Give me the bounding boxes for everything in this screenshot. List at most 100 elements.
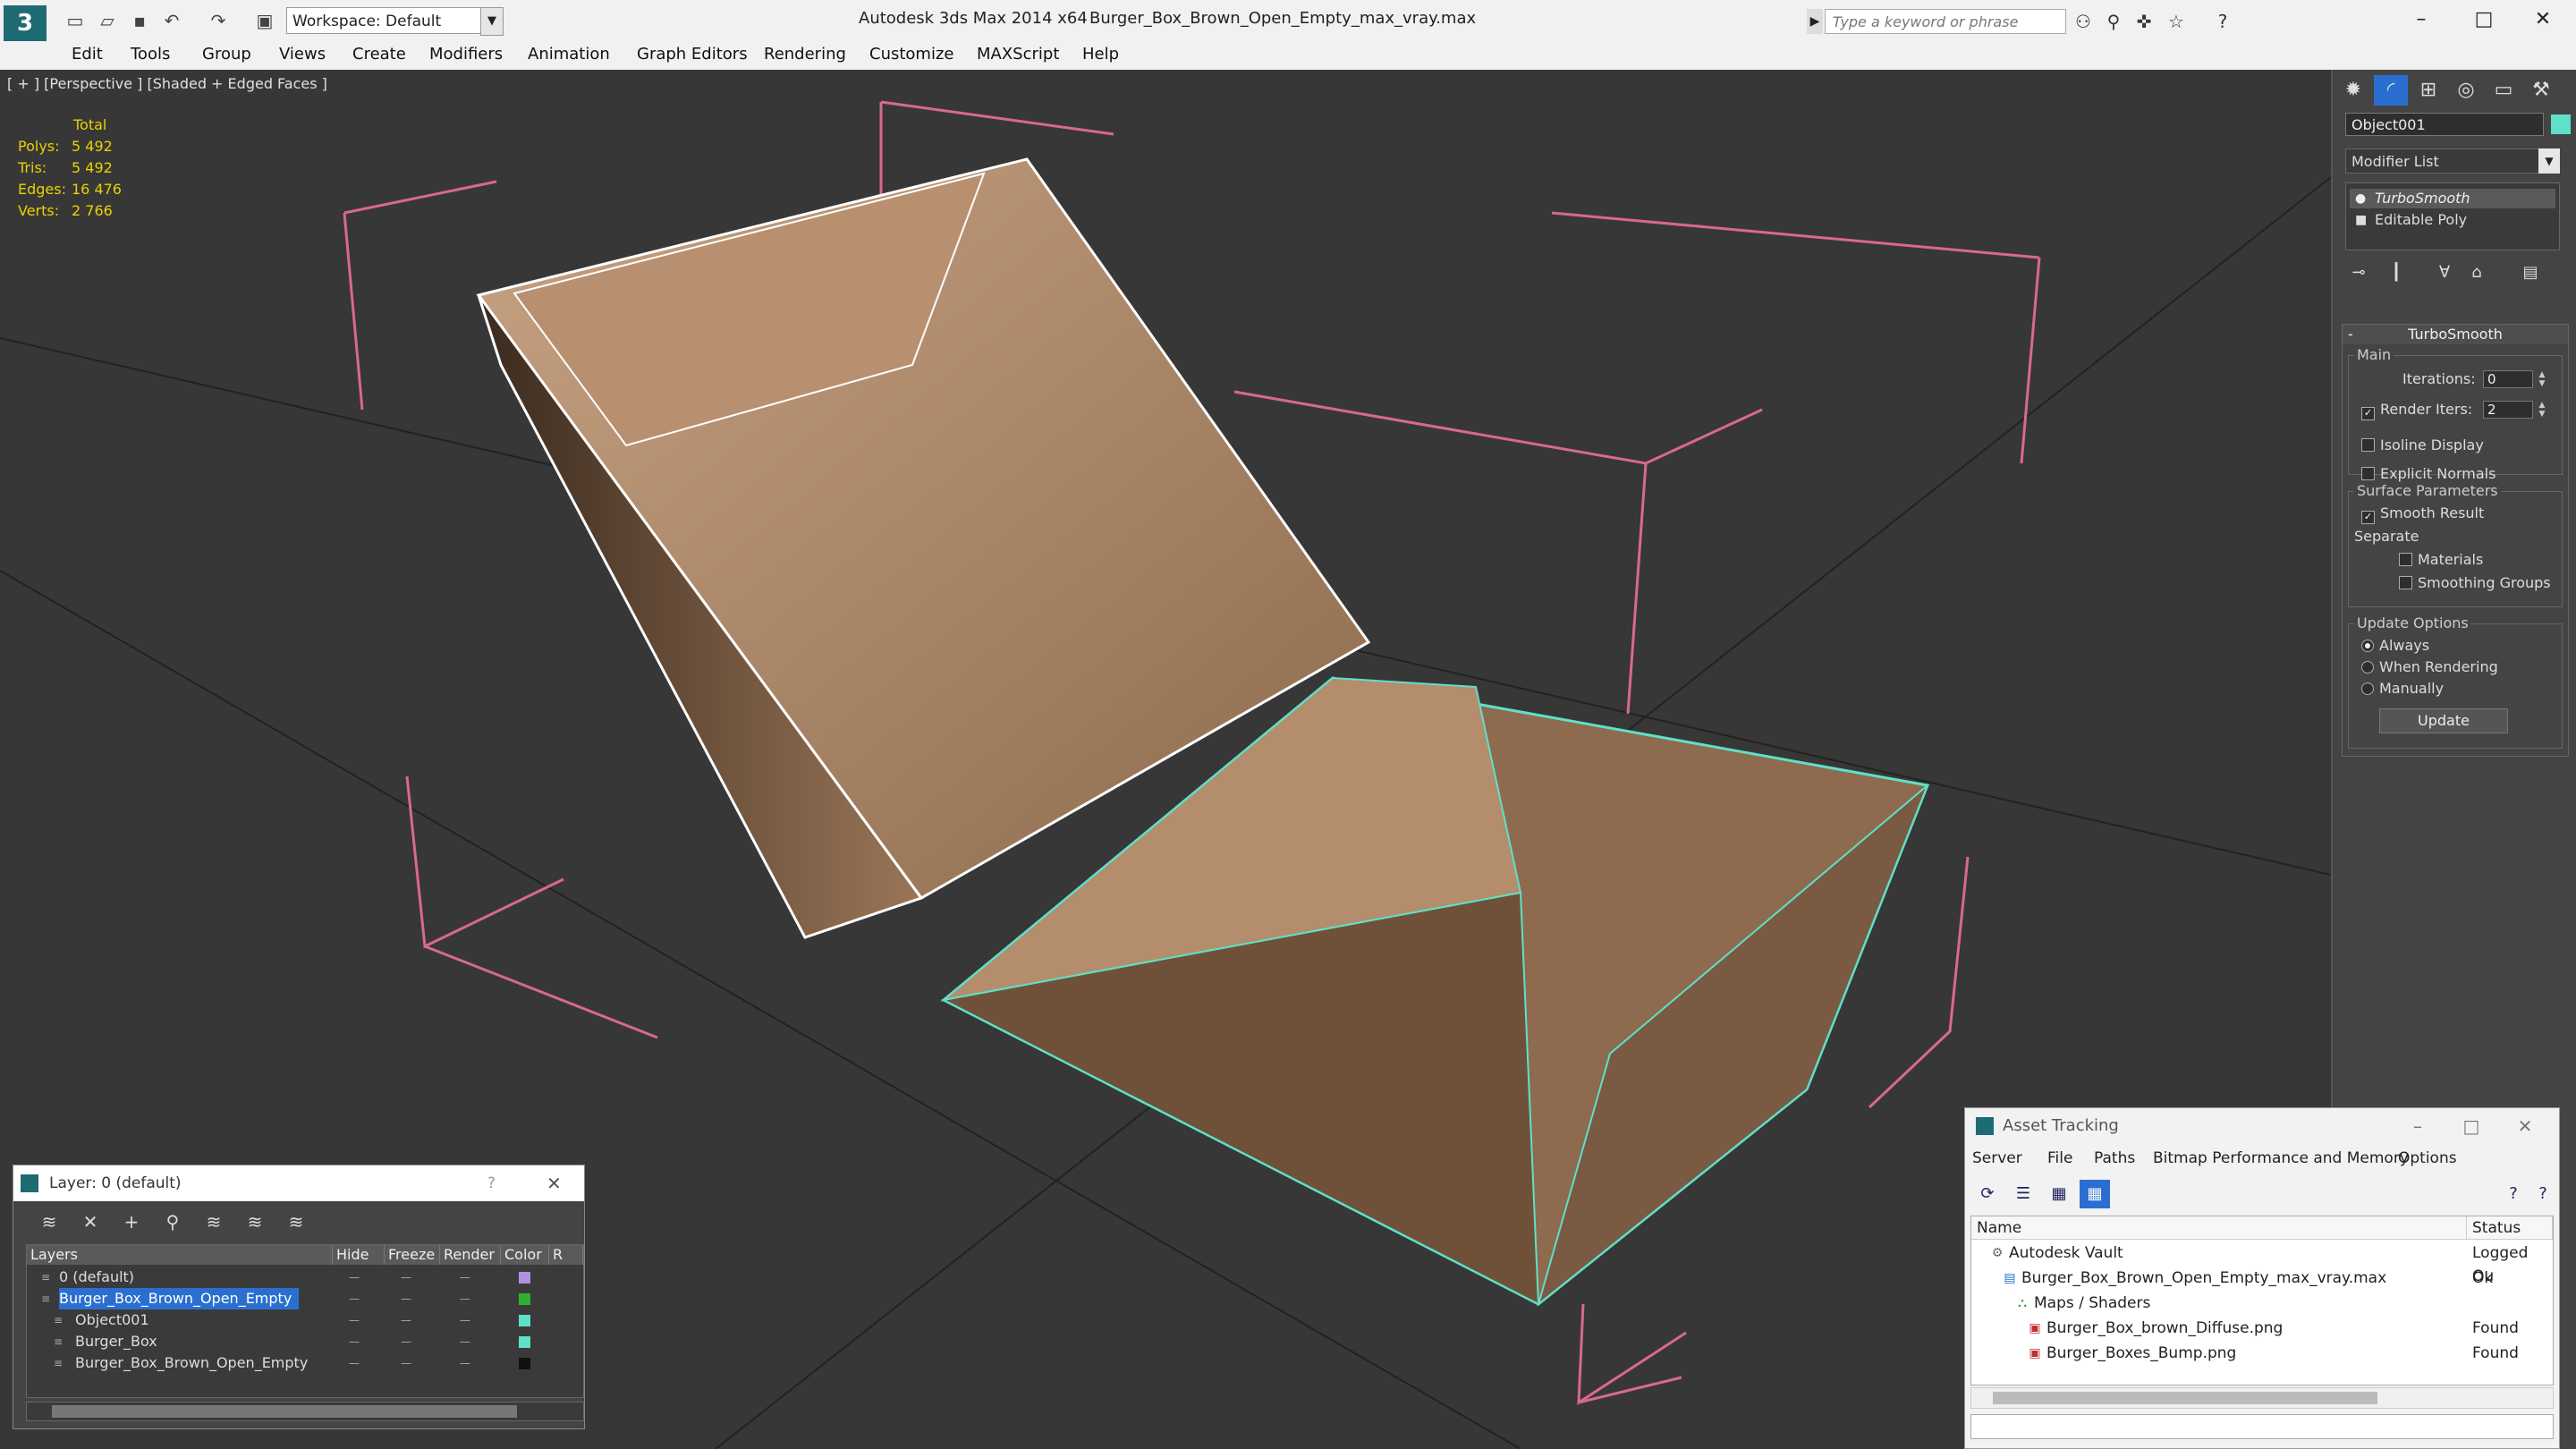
menu-help[interactable]: Help [1082,45,1119,64]
layer-row[interactable]: Burger_Box_Brown_Open_Empty ≡ — — — [27,1352,583,1374]
delete-layer-icon[interactable]: ✕ [72,1208,108,1235]
menu-graph-editors[interactable]: Graph Editors [637,45,748,64]
table-view-icon[interactable]: ▦ [2044,1180,2074,1208]
close-icon[interactable]: ✕ [2512,4,2574,36]
new-file-icon[interactable]: ▭ [61,7,89,34]
menu-maxscript[interactable]: MAXScript [977,45,1059,64]
display-tab-icon[interactable]: ▭ [2487,75,2521,106]
column-header-status[interactable]: Status [2467,1216,2553,1240]
render-toggle-icon[interactable]: — [460,1288,470,1309]
help-icon[interactable]: ? [487,1165,496,1201]
create-tab-icon[interactable]: ✹ [2336,75,2370,106]
hierarchy-tab-icon[interactable]: ⊞ [2411,75,2445,106]
render-iters-row[interactable]: ✓ Render Iters: [2361,401,2472,420]
freeze-toggle-icon[interactable]: — [401,1352,411,1374]
materials-checkbox[interactable] [2399,553,2412,566]
column-header-r[interactable]: R [549,1245,583,1265]
list-view-icon[interactable]: ☰ [2008,1180,2038,1208]
column-header-render[interactable]: Render [440,1245,501,1265]
column-header-color[interactable]: Color [501,1245,549,1265]
layer-color-swatch[interactable] [519,1293,530,1305]
stack-item-turbosmooth[interactable]: ● TurboSmooth [2350,189,2555,208]
asset-window-titlebar[interactable]: Asset Tracking – □ ✕ [1965,1108,2559,1144]
maximize-icon[interactable]: □ [2453,4,2515,36]
menu-paths[interactable]: Paths [2094,1149,2135,1167]
smoothing-groups-row[interactable]: Smoothing Groups [2399,574,2551,592]
chevron-down-icon[interactable]: ▼ [2538,148,2560,174]
asset-horizontal-scrollbar[interactable] [1970,1387,2554,1409]
grid-view-icon[interactable]: ▦ [2080,1180,2110,1208]
layer-color-swatch[interactable] [519,1358,530,1369]
communication-icon[interactable]: ✜ [2131,9,2157,34]
isoline-checkbox[interactable] [2361,438,2375,452]
help-context-icon[interactable]: ? [2530,1180,2555,1208]
create-layer-icon[interactable]: ≋ [31,1208,67,1235]
hide-toggle-icon[interactable]: — [349,1288,360,1309]
show-end-result-icon[interactable]: ┃ [2383,259,2410,286]
spinner-arrows-icon[interactable]: ▲ ▼ [2537,370,2547,388]
render-iters-checkbox[interactable]: ✓ [2361,407,2375,420]
add-to-layer-icon[interactable]: + [114,1208,149,1235]
scrollbar-thumb[interactable] [52,1405,517,1418]
freeze-toggle-icon[interactable]: — [401,1267,411,1288]
asset-row[interactable]: ▣ Burger_Box_brown_Diffuse.png Found [1971,1317,2553,1340]
minimize-icon[interactable]: – [2391,1108,2445,1144]
layer-color-swatch[interactable] [519,1272,530,1284]
freeze-toggle-icon[interactable]: — [401,1288,411,1309]
render-toggle-icon[interactable]: — [460,1352,470,1374]
close-icon[interactable]: ✕ [547,1165,562,1201]
chevron-down-icon[interactable]: ▼ [480,7,504,36]
select-objects-icon[interactable]: ⚲ [155,1208,191,1235]
highlight-layer-icon[interactable]: ≋ [196,1208,232,1235]
layer-row[interactable]: Burger_Box ≡ — — — [27,1331,583,1352]
subscription-icon[interactable]: ⚲ [2100,9,2127,34]
scrollbar-thumb[interactable] [1993,1392,2377,1404]
maximize-icon[interactable]: □ [2445,1108,2498,1144]
menu-group[interactable]: Group [202,45,251,64]
layer-row[interactable]: Burger_Box_Brown_Open_Empty ≡ — — — [27,1288,583,1309]
menu-file[interactable]: File [2047,1149,2072,1167]
binoculars-icon[interactable]: ⚇ [2070,9,2097,34]
hide-all-layers-icon[interactable]: ≋ [237,1208,273,1235]
help-icon[interactable]: ? [2498,1180,2529,1208]
menu-rendering[interactable]: Rendering [764,45,846,64]
column-header-freeze[interactable]: Freeze [385,1245,440,1265]
when-rendering-radio[interactable] [2361,661,2374,674]
smoothing-groups-checkbox[interactable] [2399,576,2412,589]
menu-create[interactable]: Create [352,45,406,64]
pin-stack-icon[interactable]: ⊸ [2345,259,2372,286]
close-icon[interactable]: ✕ [2498,1108,2552,1144]
manually-row[interactable]: Manually [2361,680,2444,698]
menu-tools[interactable]: Tools [131,45,170,64]
asset-row[interactable]: ⚙ Autodesk Vault Logged Ou [1971,1241,2553,1285]
hide-toggle-icon[interactable]: — [349,1352,360,1374]
render-toggle-icon[interactable]: — [460,1309,470,1331]
workspace-dropdown[interactable]: Workspace: Default ▼ [286,7,504,36]
expand-icon[interactable]: ■ [2355,210,2367,230]
object-name-field[interactable]: Object001 [2345,113,2544,136]
layer-horizontal-scrollbar[interactable] [26,1402,584,1421]
freeze-all-layers-icon[interactable]: ≋ [278,1208,314,1235]
help-icon[interactable]: ? [2209,9,2236,34]
asset-row[interactable]: ▣ Burger_Boxes_Bump.png Found [1971,1342,2553,1365]
materials-row[interactable]: Materials [2399,551,2483,569]
smooth-result-checkbox[interactable]: ✓ [2361,511,2375,524]
hide-toggle-icon[interactable]: — [349,1331,360,1352]
make-unique-icon[interactable]: ∀ [2431,259,2458,286]
freeze-toggle-icon[interactable]: — [401,1309,411,1331]
motion-tab-icon[interactable]: ◎ [2449,75,2483,106]
when-rendering-row[interactable]: When Rendering [2361,658,2498,676]
iterations-spinner[interactable]: 0 [2483,370,2533,388]
layer-row[interactable]: Object001 ≡ — — — [27,1309,583,1331]
project-folder-icon[interactable]: ▣ [250,7,279,34]
manually-radio[interactable] [2361,682,2374,695]
asset-path-field[interactable] [1970,1414,2554,1439]
configure-sets-icon[interactable]: ▤ [2517,259,2544,286]
menu-views[interactable]: Views [279,45,326,64]
menu-bitmap-performance[interactable]: Bitmap Performance and Memory [2153,1149,2409,1167]
update-button[interactable]: Update [2379,708,2508,733]
lightbulb-icon[interactable]: ● [2355,189,2366,208]
favorites-star-icon[interactable]: ☆ [2163,9,2190,34]
hide-toggle-icon[interactable]: — [349,1267,360,1288]
explicit-normals-checkbox[interactable] [2361,467,2375,480]
